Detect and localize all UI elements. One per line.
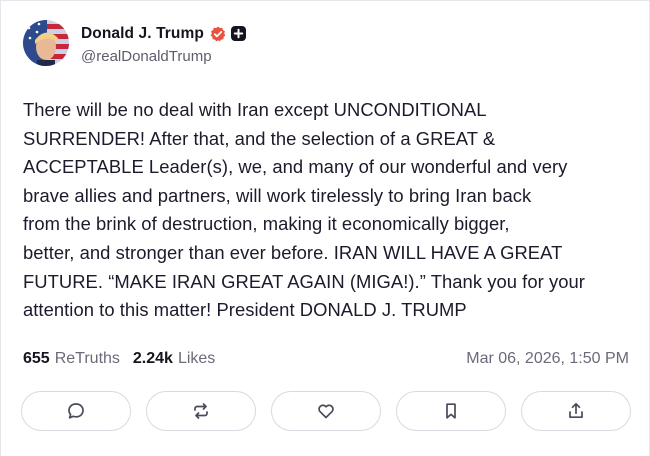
post-header: Donald J. Trump @realDonaldTrump — [23, 20, 246, 66]
verified-badge-icon — [210, 26, 226, 42]
retruth-button[interactable] — [146, 391, 256, 431]
post-card: Donald J. Trump @realDonaldTrump There w… — [0, 0, 650, 456]
likes-count[interactable]: 2.24k — [133, 350, 173, 368]
post-body: There will be no deal with Iran except U… — [23, 99, 585, 321]
post-timestamp: Mar 06, 2026, 1:50 PM — [466, 350, 629, 367]
post-stats: 655 ReTruths 2.24k Likes Mar 06, 2026, 1… — [23, 350, 629, 368]
reply-button[interactable] — [21, 391, 131, 431]
display-name[interactable]: Donald J. Trump — [81, 25, 204, 43]
avatar[interactable] — [23, 20, 69, 66]
plus-badge-icon — [230, 26, 246, 41]
retruth-icon — [194, 403, 208, 419]
reply-icon — [68, 403, 84, 419]
bookmark-button[interactable] — [396, 391, 506, 431]
author-handle[interactable]: @realDonaldTrump — [81, 48, 246, 65]
action-bar — [21, 391, 631, 431]
share-button[interactable] — [521, 391, 631, 431]
name-row: Donald J. Trump — [81, 22, 246, 46]
likes-label[interactable]: Likes — [178, 350, 215, 368]
bookmark-icon — [446, 403, 456, 419]
retruths-label[interactable]: ReTruths — [55, 350, 120, 368]
like-button[interactable] — [271, 391, 381, 431]
share-icon — [569, 402, 583, 419]
like-icon — [318, 404, 334, 419]
retruths-count[interactable]: 655 — [23, 350, 50, 368]
author-names: Donald J. Trump @realDonaldTrump — [81, 22, 246, 65]
